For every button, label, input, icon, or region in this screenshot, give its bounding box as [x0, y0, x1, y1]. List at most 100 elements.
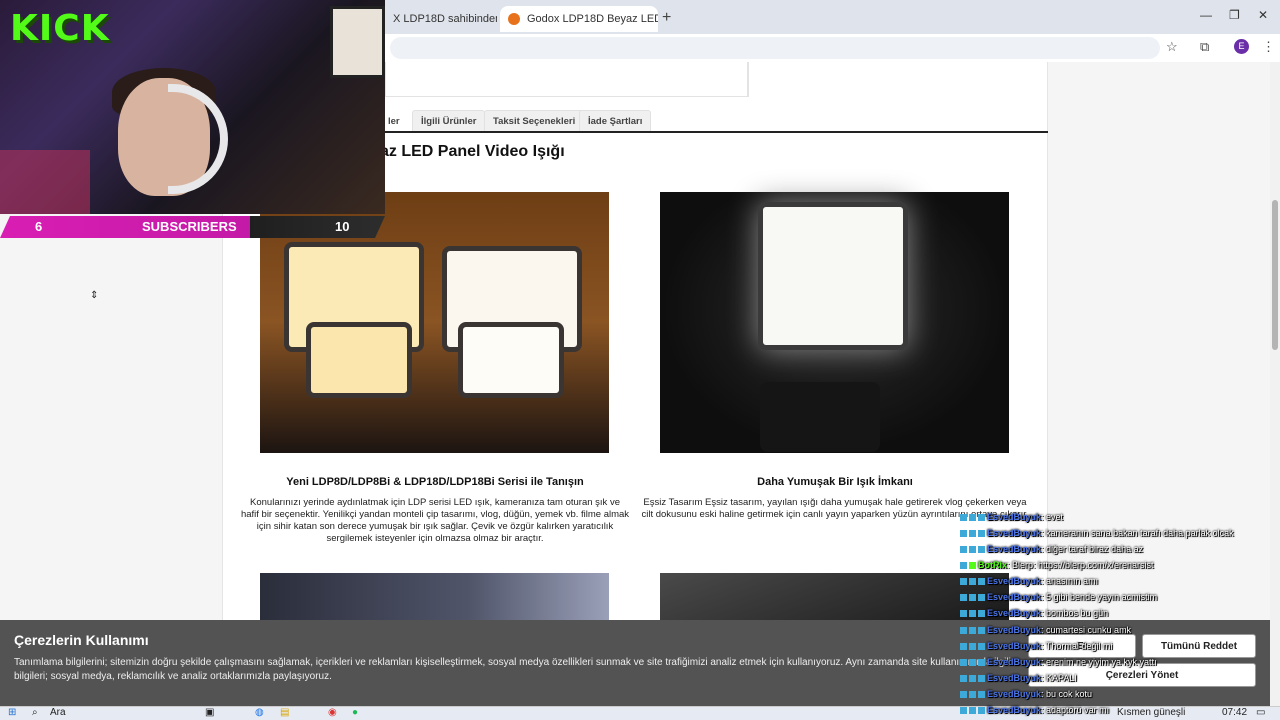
extensions-icon[interactable]: ⧉ [1200, 39, 1209, 55]
chat-message: EsvedBuyuk: adaptörü var mı [960, 705, 1109, 715]
badge-icon [960, 659, 967, 667]
chat-username: EsvedBuyuk [987, 641, 1042, 651]
badge-icon [969, 594, 976, 602]
feature-description: Konularınızı yerinde aydınlatmak için LD… [240, 497, 630, 544]
chat-username: EsvedBuyuk [987, 576, 1042, 586]
led-panel [306, 322, 412, 398]
tab-related-products[interactable]: İlgili Ürünler [412, 110, 486, 132]
badge-icon [978, 578, 985, 586]
profile-avatar[interactable]: E [1234, 39, 1249, 54]
spotify-icon[interactable]: ● [352, 707, 358, 718]
site-favicon-icon [508, 13, 520, 25]
menu-kebab-icon[interactable]: ⋮ [1262, 39, 1275, 55]
chat-text: : kameranın sana bakan tarafı daha parla… [1041, 528, 1234, 538]
badge-icon [969, 546, 976, 554]
feature-title: Yeni LDP8D/LDP8Bi & LDP18D/LDP18Bi Seris… [286, 476, 584, 488]
clock-time: 07:42 [1222, 707, 1248, 718]
tab-title: Godox LDP18D Beyaz LED Pane [527, 13, 658, 25]
badge-icon [960, 546, 967, 554]
badge-icon [969, 691, 976, 699]
notifications-icon[interactable]: ▭ [1256, 707, 1265, 718]
cookie-text: Tanımlama bilgilerini; sitemizin doğru ş… [14, 657, 1011, 682]
sub-label: SUBSCRIBERS [142, 219, 237, 234]
chat-username: EsvedBuyuk [987, 592, 1042, 602]
chat-username: EsvedBuyuk [987, 544, 1042, 554]
chat-text: : bu cok kotu [1041, 689, 1093, 699]
tab-installments[interactable]: Taksit Seçenekleri [484, 110, 585, 132]
badge-icon [969, 514, 976, 522]
led-panel [458, 322, 564, 398]
address-bar[interactable] [390, 37, 1160, 59]
search-icon[interactable]: ⌕ [32, 707, 38, 718]
microphone-arm [0, 150, 90, 214]
browser-tab-active[interactable]: Godox LDP18D Beyaz LED Pane ✕ [500, 6, 658, 32]
chat-message: EsvedBuyuk: 5 gibi bende yayın acmistim [960, 592, 1157, 602]
sub-count-current: 6 [35, 219, 43, 234]
chat-text: : Blerp: https://blerp.com/x/erenarsist [1007, 560, 1154, 570]
chat-message: EsvedBuyuk: diğer taraf biraz daha az [960, 544, 1143, 554]
taskbar-search[interactable]: Ara [50, 707, 66, 718]
scrollbar[interactable] [1270, 62, 1280, 706]
chat-message: EsvedBuyuk: bombos bu gün [960, 608, 1108, 618]
badge-icon [978, 627, 985, 635]
camera-body [760, 382, 880, 452]
chat-text: : 5 gibi bende yayın acmistim [1041, 592, 1158, 602]
badge-icon [960, 578, 967, 586]
scrollbar-thumb[interactable] [1272, 200, 1278, 350]
chat-message: EsvedBuyuk: anasının amı [960, 576, 1098, 586]
file-explorer-icon[interactable]: ▤ [280, 707, 289, 718]
chat-message: EsvedBuyuk: erenim ne yiyim ya kyk yattı [960, 657, 1157, 667]
chat-message: EsvedBuyuk: evet [960, 512, 1063, 522]
chat-message: BotRix: Blerp: https://blerp.com/x/erena… [960, 560, 1154, 570]
bookmark-star-icon[interactable]: ☆ [1166, 39, 1178, 55]
chat-username: EsvedBuyuk [987, 673, 1042, 683]
chat-username: EsvedBuyuk [987, 608, 1042, 618]
badge-icon [960, 530, 967, 538]
chat-text: : KAPALI [1041, 673, 1077, 683]
webcam-overlay: KICK [0, 0, 385, 214]
chat-message: EsvedBuyuk: cumartesi cunku amk [960, 625, 1131, 635]
close-window-icon[interactable]: ✕ [1258, 8, 1268, 22]
tab-underline [385, 131, 1048, 133]
badge-icon [978, 530, 985, 538]
verified-icon [969, 562, 976, 570]
chat-text: : erenim ne yiyim ya kyk yattı [1041, 657, 1157, 667]
tab-return-policy[interactable]: İade Şartları [579, 110, 652, 132]
badge-icon [969, 578, 976, 586]
chrome-icon[interactable]: ◉ [328, 707, 337, 718]
badge-icon [960, 594, 967, 602]
badge-icon [969, 610, 976, 618]
badge-icon [969, 675, 976, 683]
info-divider [748, 62, 749, 97]
chat-username: EsvedBuyuk [987, 689, 1042, 699]
windows-start-icon[interactable]: ⊞ [8, 707, 16, 718]
edge-icon[interactable]: ◍ [255, 707, 264, 718]
cookie-title: Çerezlerin Kullanımı [14, 632, 149, 648]
badge-icon [960, 675, 967, 683]
reject-all-button[interactable]: Tümünü Reddet [1142, 634, 1256, 658]
badge-icon [969, 530, 976, 538]
product-image [260, 573, 609, 620]
chat-username: EsvedBuyuk [987, 705, 1042, 715]
chat-username: EsvedBuyuk [987, 657, 1042, 667]
tab-title: X LDP18D sahibinden.co [393, 13, 497, 25]
sub-count-goal: 10 [335, 219, 350, 234]
task-view-icon[interactable]: ▣ [205, 707, 214, 718]
restore-icon[interactable]: ❐ [1229, 8, 1240, 22]
badge-icon [960, 643, 967, 651]
badge-icon [960, 562, 967, 570]
chat-username: EsvedBuyuk [987, 528, 1042, 538]
new-tab-button[interactable]: + [662, 9, 671, 27]
product-image-camera [660, 192, 1009, 453]
badge-icon [960, 514, 967, 522]
chat-message: EsvedBuyuk: bu cok kotu [960, 689, 1092, 699]
minimize-icon[interactable]: — [1200, 8, 1212, 22]
chat-message: EsvedBuyuk: KAPALI [960, 673, 1077, 683]
badge-icon [960, 627, 967, 635]
badge-icon [978, 675, 985, 683]
chat-username: BotRix [978, 560, 1007, 570]
badge-icon [969, 707, 976, 715]
wall-frame [330, 6, 385, 78]
browser-tab[interactable]: X LDP18D sahibinden.co ✕ [385, 6, 497, 32]
badge-icon [960, 610, 967, 618]
